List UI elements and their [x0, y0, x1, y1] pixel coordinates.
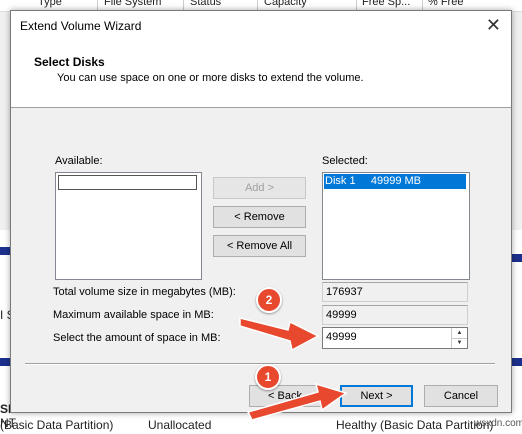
column-free-space: Free Sp... [362, 0, 411, 8]
title-bar: Extend Volume Wizard ✕ [11, 11, 511, 41]
watermark: wsxdn.com [474, 418, 522, 429]
bg-healthy-partition: Healthy (Basic Data Partition) [336, 418, 494, 432]
bg-partition-type: (Basic Data Partition) [0, 418, 114, 432]
spin-buttons: ▲ ▼ [451, 328, 467, 348]
annotation-badge-2: 2 [256, 287, 282, 313]
available-label: Available: [55, 155, 103, 167]
bg-unallocated: Unallocated [148, 418, 212, 432]
back-button[interactable]: < Back [249, 385, 321, 407]
amount-label: Select the amount of space in MB: [53, 332, 221, 344]
page-subheading: You can use space on one or more disks t… [57, 72, 364, 84]
available-disks-list[interactable] [55, 172, 202, 280]
spin-down-icon[interactable]: ▼ [452, 338, 467, 348]
selected-label: Selected: [322, 155, 368, 167]
close-icon[interactable]: ✕ [486, 15, 501, 36]
remove-button[interactable]: < Remove [213, 206, 306, 228]
extend-volume-wizard-dialog: Extend Volume Wizard ✕ Select Disks You … [10, 10, 512, 413]
amount-input[interactable]: 49999 [326, 331, 357, 343]
remove-all-button[interactable]: < Remove All [213, 235, 306, 257]
amount-spinbox[interactable]: 49999 ▲ ▼ [322, 327, 468, 349]
max-space-value: 49999 [322, 305, 468, 325]
annotation-badge-1: 1 [255, 364, 281, 390]
total-size-label: Total volume size in megabytes (MB): [53, 286, 236, 298]
column-file-system: File System [104, 0, 162, 8]
total-size-value: 176937 [322, 282, 468, 302]
dialog-title: Extend Volume Wizard [20, 19, 142, 33]
footer-separator [25, 363, 495, 365]
column-percent-free: % Free [428, 0, 464, 8]
add-button[interactable]: Add > [213, 177, 306, 199]
column-status: Status [190, 0, 222, 8]
max-space-label: Maximum available space in MB: [53, 309, 214, 321]
column-capacity: Capacity [264, 0, 307, 8]
next-button[interactable]: Next > [340, 385, 413, 407]
page-heading: Select Disks [34, 55, 105, 69]
selected-disks-list[interactable]: Disk 1 49999 MB [322, 172, 470, 280]
available-list-edit[interactable] [58, 175, 197, 190]
wizard-header-panel: Select Disks You can use space on one or… [11, 41, 511, 108]
cancel-button[interactable]: Cancel [424, 385, 498, 407]
selected-disk-item[interactable]: Disk 1 49999 MB [324, 174, 466, 189]
column-type: Type [38, 0, 62, 8]
